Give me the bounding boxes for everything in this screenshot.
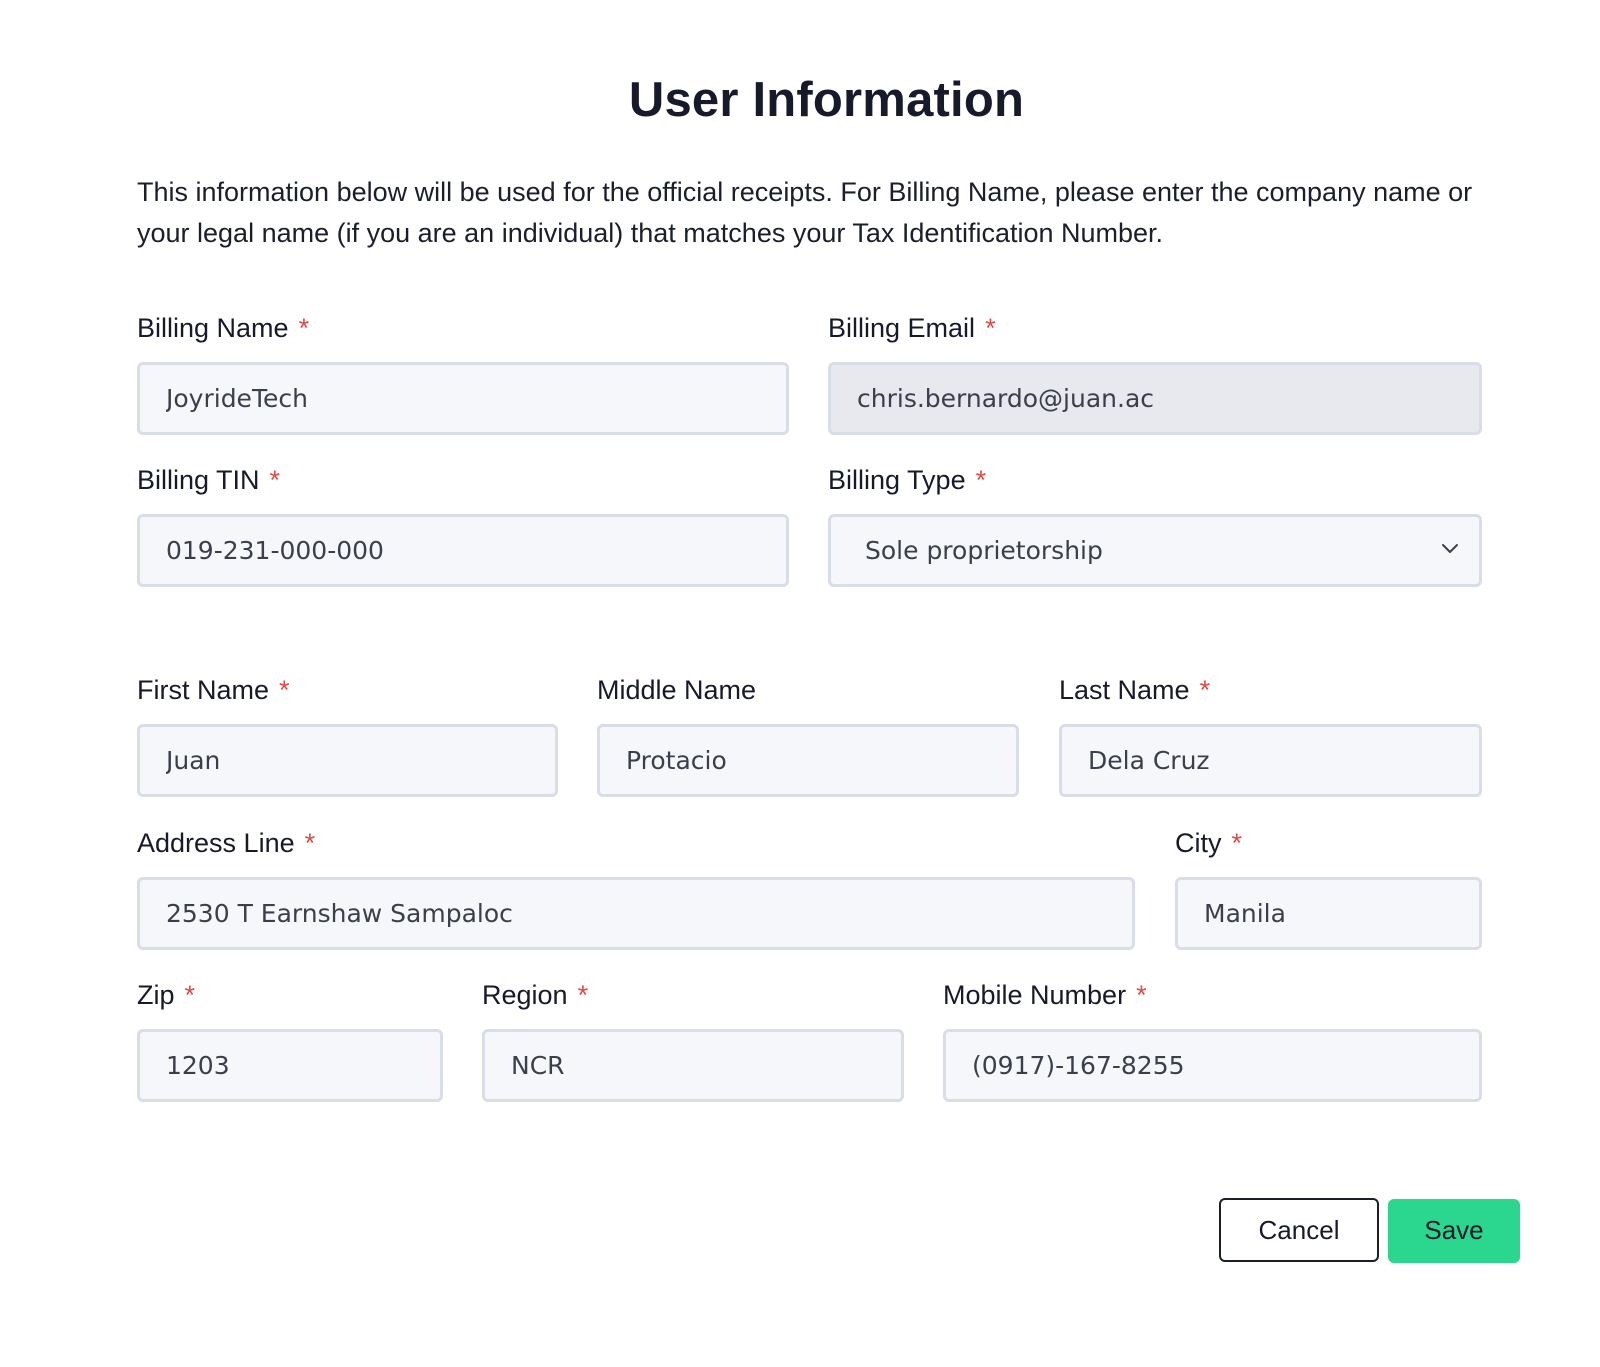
billing-name-label: Billing Name * xyxy=(137,308,789,348)
address-line-group: Address Line * xyxy=(137,823,1135,950)
region-label: Region * xyxy=(482,975,904,1015)
billing-name-label-text: Billing Name xyxy=(137,313,289,343)
required-asterisk: * xyxy=(985,313,996,343)
required-asterisk: * xyxy=(1136,980,1147,1010)
middle-name-group: Middle Name xyxy=(597,670,1019,797)
page-title: User Information xyxy=(628,73,1025,127)
region-input[interactable] xyxy=(482,1029,904,1102)
zip-label: Zip * xyxy=(137,975,443,1015)
address-line-label-text: Address Line xyxy=(137,828,295,858)
required-asterisk: * xyxy=(279,675,290,705)
last-name-input[interactable] xyxy=(1059,724,1482,797)
zip-label-text: Zip xyxy=(137,980,175,1010)
last-name-label-text: Last Name xyxy=(1059,675,1190,705)
billing-type-selected-value[interactable]: Sole proprietorship xyxy=(828,514,1482,587)
billing-type-group: Billing Type * Sole proprietorship xyxy=(828,460,1482,587)
chevron-down-icon xyxy=(1442,544,1458,553)
required-asterisk: * xyxy=(269,465,281,495)
intro-text: This information below will be used for … xyxy=(137,177,1473,248)
city-label: City * xyxy=(1175,823,1482,863)
mobile-number-label: Mobile Number * xyxy=(943,975,1482,1015)
required-asterisk: * xyxy=(298,313,310,343)
billing-type-select[interactable]: Sole proprietorship xyxy=(828,514,1482,587)
middle-name-input[interactable] xyxy=(597,724,1019,797)
city-label-text: City xyxy=(1175,828,1222,858)
first-name-group: First Name * xyxy=(137,670,558,797)
first-name-label-text: First Name xyxy=(137,675,270,705)
middle-name-label: Middle Name xyxy=(597,670,1019,710)
middle-name-label-text: Middle Name xyxy=(597,675,757,705)
billing-type-label: Billing Type * xyxy=(828,460,1482,500)
address-line-input[interactable] xyxy=(137,877,1135,950)
city-input[interactable] xyxy=(1175,877,1482,950)
address-line-label: Address Line * xyxy=(137,823,1135,863)
billing-type-label-text: Billing Type xyxy=(828,465,966,495)
billing-name-input[interactable] xyxy=(137,362,789,435)
billing-email-label: Billing Email * xyxy=(828,308,1482,348)
billing-tin-group: Billing TIN * xyxy=(137,460,789,587)
required-asterisk: * xyxy=(975,465,987,495)
required-asterisk: * xyxy=(577,980,589,1010)
mobile-number-input[interactable] xyxy=(943,1029,1482,1102)
mobile-number-label-text: Mobile Number xyxy=(943,980,1127,1010)
mobile-number-group: Mobile Number * xyxy=(943,975,1482,1102)
billing-tin-label-text: Billing TIN xyxy=(137,465,260,495)
billing-email-input[interactable] xyxy=(828,362,1482,435)
required-asterisk: * xyxy=(184,980,196,1010)
region-label-text: Region xyxy=(482,980,568,1010)
region-group: Region * xyxy=(482,975,904,1102)
zip-group: Zip * xyxy=(137,975,443,1102)
required-asterisk: * xyxy=(1199,675,1211,705)
billing-email-label-text: Billing Email xyxy=(828,313,976,343)
required-asterisk: * xyxy=(304,828,316,858)
city-group: City * xyxy=(1175,823,1482,950)
last-name-label: Last Name * xyxy=(1059,670,1482,710)
billing-tin-label: Billing TIN * xyxy=(137,460,789,500)
save-button[interactable]: Save xyxy=(1388,1199,1520,1263)
billing-name-group: Billing Name * xyxy=(137,308,789,435)
first-name-input[interactable] xyxy=(137,724,558,797)
cancel-button[interactable]: Cancel xyxy=(1219,1198,1379,1262)
required-asterisk: * xyxy=(1231,828,1243,858)
zip-input[interactable] xyxy=(137,1029,443,1102)
billing-email-group: Billing Email * xyxy=(828,308,1482,435)
last-name-group: Last Name * xyxy=(1059,670,1482,797)
first-name-label: First Name * xyxy=(137,670,558,710)
billing-tin-input[interactable] xyxy=(137,514,789,587)
